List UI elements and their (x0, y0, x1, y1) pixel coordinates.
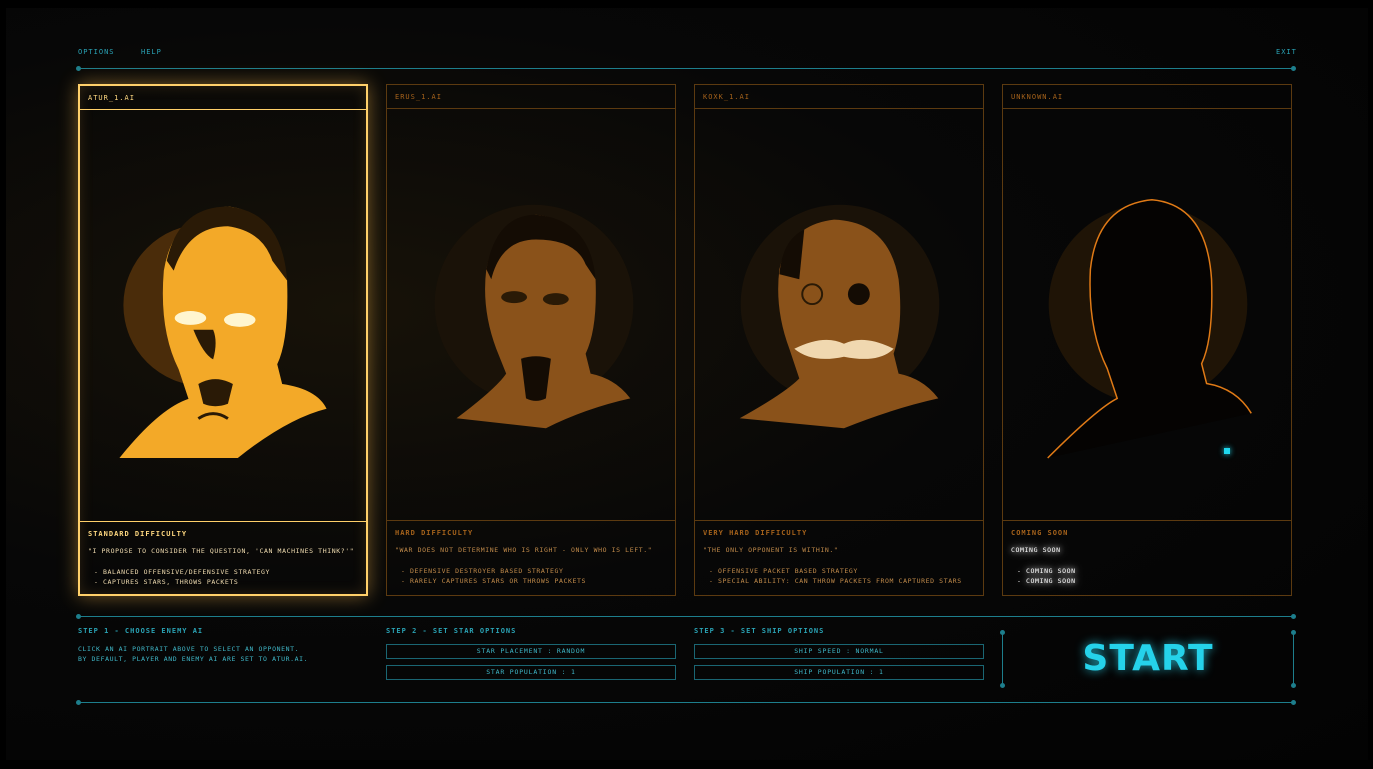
ai-card-koxk[interactable]: KOXK_1.AI VERY HARD DIFFICULTY "THE ONLY… (694, 84, 984, 596)
step1-desc-line: BY DEFAULT, PLAYER AND ENEMY AI ARE SET … (78, 655, 309, 663)
ai-card-atur[interactable]: ATUR_1.AI STANDARD DIFFICULTY "I PROPOSE… (78, 84, 368, 596)
ai-traits: - DEFENSIVE DESTROYER BASED STRATEGY - R… (401, 566, 586, 586)
card-divider (387, 520, 675, 521)
card-divider (1003, 520, 1291, 521)
step3-label: STEP 3 - SET SHIP OPTIONS (694, 627, 825, 635)
start-frame-right (1291, 630, 1296, 688)
ship-speed-button[interactable]: SHIP SPEED : NORMAL (694, 644, 984, 659)
atur-portrait (119, 206, 327, 458)
bottom-divider (76, 700, 1296, 705)
mouse-cursor (1224, 448, 1230, 454)
trait-line: - COMING SOON (1017, 577, 1076, 585)
erus-portrait (434, 204, 634, 429)
card-title: UNKNOWN.AI (1011, 93, 1064, 101)
step1-desc-line: CLICK AN AI PORTRAIT ABOVE TO SELECT AN … (78, 645, 300, 653)
card-title: ATUR_1.AI (88, 94, 135, 102)
trait-line: - OFFENSIVE PACKET BASED STRATEGY (709, 567, 858, 575)
start-frame-left (1000, 630, 1005, 688)
difficulty-label: STANDARD DIFFICULTY (88, 530, 188, 538)
ai-card-unknown[interactable]: UNKNOWN.AI COMING SOON COMING SOON - COM… (1002, 84, 1292, 596)
trait-line: - BALANCED OFFENSIVE/DEFENSIVE STRATEGY (94, 568, 271, 576)
ai-quote: "I PROPOSE TO CONSIDER THE QUESTION, 'CA… (88, 547, 355, 555)
trait-line: - CAPTURES STARS, THROWS PACKETS (94, 578, 239, 586)
koxk-portrait (739, 204, 940, 429)
ai-quote: COMING SOON (1011, 546, 1061, 554)
difficulty-label: VERY HARD DIFFICULTY (703, 529, 808, 537)
ai-traits: - BALANCED OFFENSIVE/DEFENSIVE STRATEGY … (94, 567, 270, 587)
start-button[interactable]: START (1006, 638, 1290, 684)
card-title: ERUS_1.AI (395, 93, 442, 101)
trait-line: - SPECIAL ABILITY: CAN THROW PACKETS FRO… (709, 577, 962, 585)
card-divider (695, 520, 983, 521)
options-menu[interactable]: OPTIONS (78, 48, 115, 56)
difficulty-label: COMING SOON (1011, 529, 1069, 537)
card-divider (80, 521, 366, 522)
step1-description: CLICK AN AI PORTRAIT ABOVE TO SELECT AN … (78, 644, 308, 664)
step1-label: STEP 1 - CHOOSE ENEMY AI (78, 627, 204, 635)
unknown-portrait (1047, 199, 1252, 459)
ai-card-erus[interactable]: ERUS_1.AI HARD DIFFICULTY "WAR DOES NOT … (386, 84, 676, 596)
ai-quote: "WAR DOES NOT DETERMINE WHO IS RIGHT - O… (395, 546, 653, 554)
ai-traits: - COMING SOON - COMING SOON (1017, 566, 1076, 586)
difficulty-label: HARD DIFFICULTY (395, 529, 474, 537)
trait-line: - COMING SOON (1017, 567, 1076, 575)
middle-divider (76, 614, 1296, 619)
trait-line: - DEFENSIVE DESTROYER BASED STRATEGY (401, 567, 564, 575)
help-menu[interactable]: HELP (141, 48, 162, 56)
trait-line: - RARELY CAPTURES STARS OR THROWS PACKET… (401, 577, 587, 585)
top-divider (76, 66, 1296, 71)
ai-quote: "THE ONLY OPPONENT IS WITHIN." (703, 546, 839, 554)
star-placement-button[interactable]: STAR PLACEMENT : RANDOM (386, 644, 676, 659)
card-title: KOXK_1.AI (703, 93, 750, 101)
star-population-button[interactable]: STAR POPULATION : 1 (386, 665, 676, 680)
exit-menu[interactable]: EXIT (1276, 48, 1297, 56)
ship-population-button[interactable]: SHIP POPULATION : 1 (694, 665, 984, 680)
ai-traits: - OFFENSIVE PACKET BASED STRATEGY - SPEC… (709, 566, 962, 586)
step2-label: STEP 2 - SET STAR OPTIONS (386, 627, 517, 635)
